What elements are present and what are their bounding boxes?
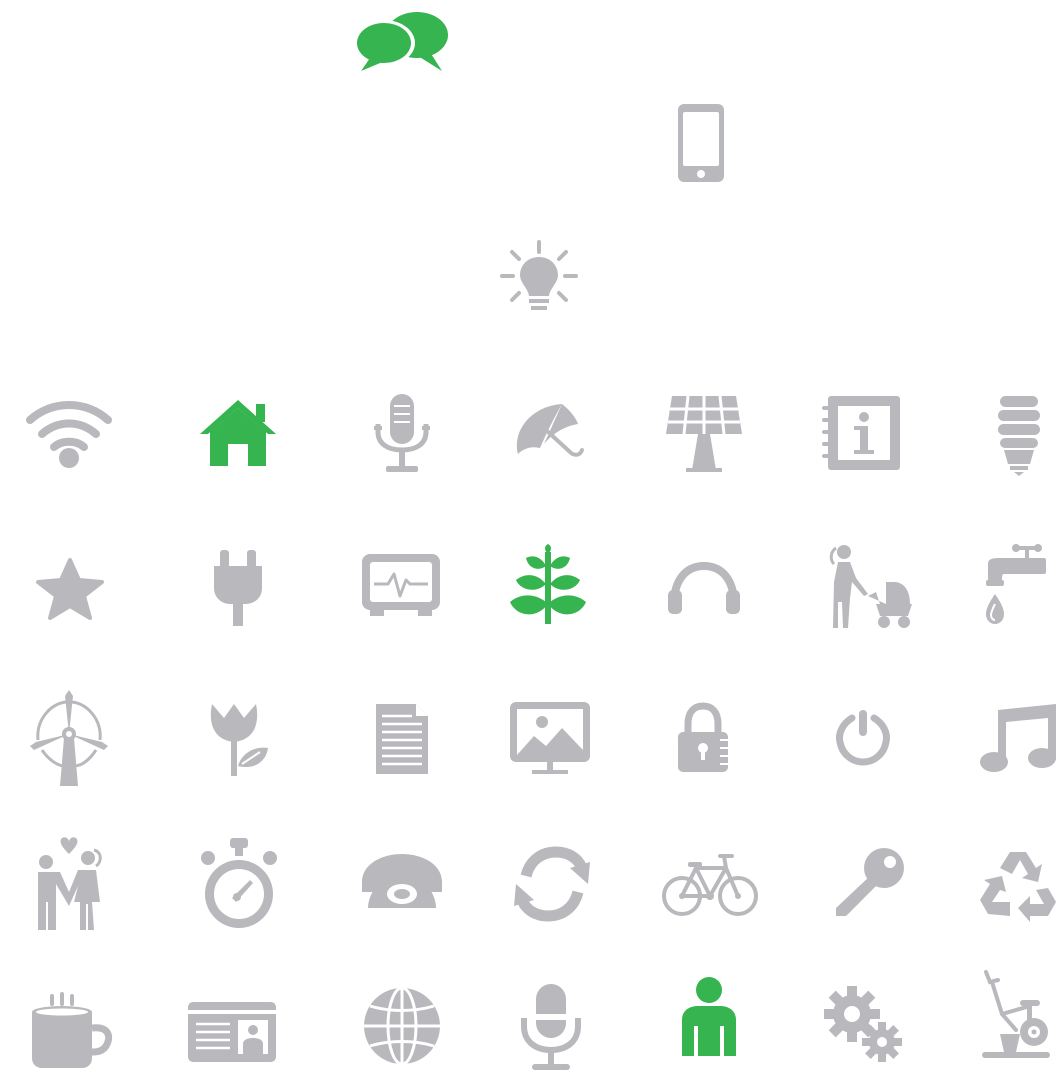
chat-bubbles-icon	[352, 8, 452, 74]
solar-panel-icon	[662, 392, 746, 474]
document-icon	[370, 702, 434, 776]
power-button-icon	[834, 708, 892, 766]
wind-turbine-icon	[26, 688, 112, 788]
couple-love-icon	[30, 836, 108, 932]
microphone-icon	[518, 982, 584, 1072]
telephone-icon	[358, 852, 446, 914]
recycle-icon	[980, 848, 1056, 922]
globe-icon	[360, 984, 444, 1068]
headphones-icon	[664, 560, 744, 616]
padlock-icon	[672, 702, 734, 774]
tulip-icon	[204, 700, 272, 776]
studio-microphone-icon	[370, 392, 434, 474]
umbrella-icon	[510, 400, 586, 466]
person-icon	[678, 976, 740, 1058]
key-icon	[830, 846, 908, 922]
exercise-bike-icon	[976, 970, 1054, 1060]
smartphone-icon	[670, 100, 732, 186]
wifi-icon	[24, 392, 114, 472]
coffee-mug-icon	[26, 990, 113, 1070]
star-icon	[32, 558, 108, 620]
gears-icon	[820, 984, 906, 1064]
music-note-icon	[976, 702, 1058, 774]
mother-stroller-icon	[818, 542, 914, 630]
plant-icon	[506, 544, 590, 626]
home-icon	[196, 394, 280, 470]
energy-saving-bulb-icon	[990, 392, 1048, 476]
info-notebook-icon	[818, 392, 904, 474]
heart-monitor-icon	[358, 550, 444, 620]
power-plug-icon	[208, 548, 268, 628]
light-bulb-icon	[498, 238, 580, 316]
picture-monitor-icon	[508, 700, 592, 776]
water-faucet-icon	[980, 542, 1048, 630]
stopwatch-icon	[196, 834, 282, 934]
bicycle-icon	[660, 850, 760, 920]
id-card-icon	[186, 1000, 278, 1064]
refresh-icon	[512, 846, 592, 922]
